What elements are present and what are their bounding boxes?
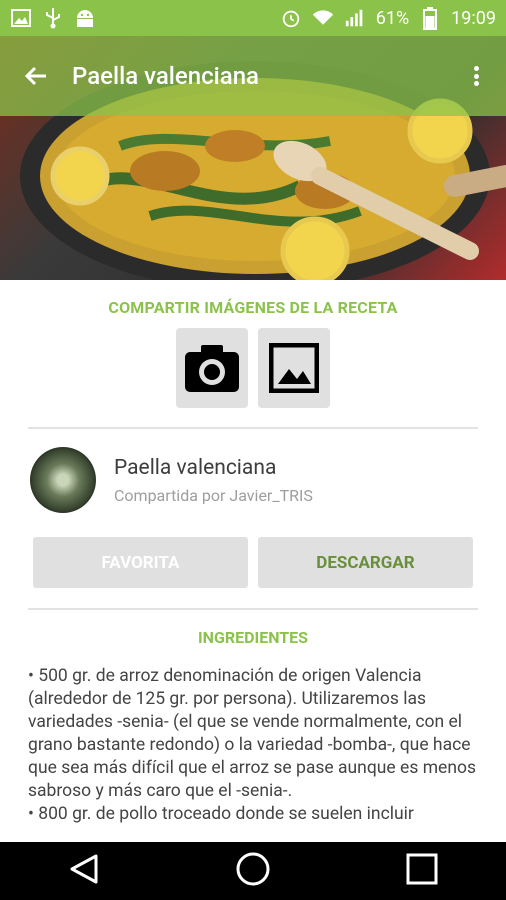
alarm-icon (280, 7, 302, 29)
share-buttons (0, 328, 506, 408)
back-arrow-icon[interactable] (0, 36, 72, 116)
divider (28, 608, 478, 610)
app-bar: Paella valenciana (0, 36, 506, 116)
signal-icon (344, 7, 366, 29)
ingredients-title: INGREDIENTES (197, 628, 309, 647)
usb-icon (42, 7, 64, 29)
download-button[interactable]: DESCARGAR (258, 537, 473, 588)
ingredient-item: • 800 gr. de pollo troceado donde se sue… (28, 804, 414, 824)
recipe-name: Paella valenciana (114, 455, 277, 480)
share-gallery-button[interactable] (258, 328, 330, 408)
favorite-button[interactable]: FAVORITA (33, 537, 248, 588)
overflow-menu-icon[interactable] (464, 60, 488, 92)
ingredients-list: • 500 gr. de arroz denominación de orige… (28, 665, 478, 826)
ingredient-item: • 500 gr. de arroz denominación de orige… (28, 666, 476, 801)
divider (28, 427, 478, 429)
recipe-author: Compartida por Javier_TRIS (114, 485, 313, 505)
share-images-title: COMPARTIR IMÁGENES DE LA RECETA (108, 298, 398, 317)
navigation-bar (0, 842, 506, 900)
gallery-icon (269, 343, 319, 393)
recipe-header: Paella valenciana Compartida por Javier_… (30, 445, 500, 515)
wifi-icon (312, 7, 334, 29)
android-icon (74, 7, 96, 29)
camera-icon (185, 345, 239, 392)
action-buttons: FAVORITA DESCARGAR (33, 537, 473, 588)
battery-percent: 61% (375, 7, 410, 29)
recents-square-icon[interactable] (404, 851, 440, 891)
app-bar-title: Paella valenciana (72, 62, 259, 90)
back-triangle-icon[interactable] (66, 851, 102, 891)
clock-time: 19:09 (451, 7, 496, 29)
battery-icon (419, 7, 441, 30)
image-icon (10, 7, 32, 29)
author-avatar[interactable] (30, 447, 96, 513)
status-bar: 61% 19:09 (0, 0, 506, 36)
share-camera-button[interactable] (176, 328, 248, 408)
home-circle-icon[interactable] (233, 849, 273, 893)
